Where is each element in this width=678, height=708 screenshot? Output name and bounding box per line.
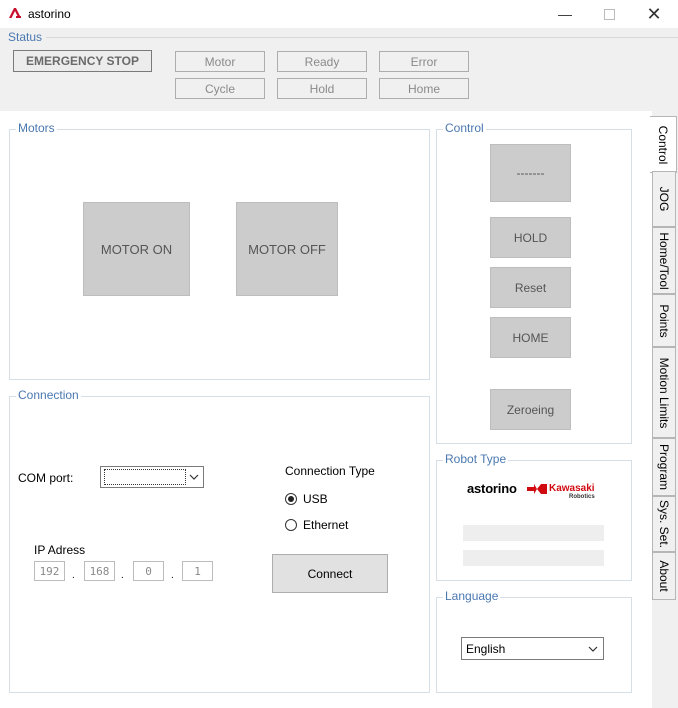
usb-radio-option[interactable]: USB — [285, 492, 328, 506]
status-flag-home: Home — [379, 78, 469, 99]
motor-on-button[interactable]: MOTOR ON — [83, 202, 190, 296]
ip-octet-3-input[interactable]: 0 — [133, 561, 164, 581]
status-divider — [46, 37, 678, 38]
tab-sys-set[interactable]: Sys. Set. — [652, 496, 676, 552]
astorino-brand-logo: astorino — [467, 481, 517, 496]
close-button[interactable]: ✕ — [631, 0, 677, 28]
language-label: Language — [443, 589, 501, 603]
connection-label: Connection — [16, 388, 81, 402]
status-flag-cycle: Cycle — [175, 78, 265, 99]
minimize-button[interactable]: — — [542, 0, 588, 28]
tab-control[interactable]: Control — [650, 116, 677, 173]
kawasaki-wordmark: Kawasaki — [549, 483, 595, 494]
maximize-button[interactable] — [586, 0, 632, 28]
motors-group: Motors — [9, 121, 430, 380]
usb-radio[interactable] — [285, 493, 297, 505]
kawasaki-robotics-wordmark: Robotics — [569, 494, 595, 500]
chevron-down-icon — [189, 474, 199, 480]
hold-button[interactable]: HOLD — [490, 217, 571, 258]
kawasaki-brand-logo: Kawasaki — [527, 483, 595, 494]
connection-type-label: Connection Type — [285, 464, 375, 478]
ip-address-label: IP Adress — [34, 543, 86, 557]
ethernet-radio[interactable] — [285, 519, 297, 531]
motor-off-button[interactable]: MOTOR OFF — [236, 202, 338, 296]
zeroeing-button[interactable]: Zeroeing — [490, 389, 571, 430]
robot-serial-field — [463, 550, 604, 566]
com-port-value — [104, 469, 186, 485]
robot-type-label: Robot Type — [443, 452, 509, 466]
ip-octet-4-input[interactable]: 1 — [182, 561, 213, 581]
tab-program[interactable]: Program — [652, 438, 676, 496]
tab-about[interactable]: About — [652, 552, 676, 600]
ip-dot: . — [121, 570, 124, 581]
status-flag-ready: Ready — [277, 51, 367, 72]
ethernet-label: Ethernet — [303, 518, 349, 532]
emergency-stop-button[interactable]: EMERGENCY STOP — [13, 50, 152, 72]
vertical-tab-strip: Control JOG Home/Tool Points Motion Limi… — [650, 111, 678, 708]
status-flag-hold: Hold — [277, 78, 367, 99]
usb-label: USB — [303, 492, 328, 506]
control-label: Control — [443, 121, 486, 135]
window-title: astorino — [28, 7, 71, 21]
kawasaki-river-mark-icon — [527, 483, 547, 494]
tab-home-tool[interactable]: Home/Tool — [652, 227, 676, 294]
cycle-start-button[interactable]: ------- — [490, 144, 571, 202]
ip-dot: . — [72, 570, 75, 581]
chevron-down-icon — [588, 646, 598, 652]
com-port-select[interactable] — [100, 466, 204, 488]
status-flag-error: Error — [379, 51, 469, 72]
status-flag-motor: Motor — [175, 51, 265, 72]
language-select[interactable]: English — [461, 637, 604, 660]
motors-label: Motors — [16, 121, 57, 135]
tab-jog[interactable]: JOG — [652, 171, 676, 227]
language-value: English — [466, 641, 506, 656]
tab-motion-limits[interactable]: Motion Limits — [652, 347, 676, 438]
reset-button[interactable]: Reset — [490, 267, 571, 308]
connect-button[interactable]: Connect — [272, 554, 388, 593]
tab-points[interactable]: Points — [652, 294, 676, 347]
home-button[interactable]: HOME — [490, 317, 571, 358]
ip-octet-1-input[interactable]: 192 — [34, 561, 65, 581]
ip-dot: . — [171, 570, 174, 581]
status-label: Status — [8, 30, 43, 44]
robot-model-field — [463, 525, 604, 541]
ip-octet-2-input[interactable]: 168 — [84, 561, 115, 581]
com-port-label: COM port: — [18, 471, 74, 485]
minimize-icon: — — [558, 6, 572, 22]
title-bar: astorino — ✕ — [0, 0, 678, 28]
ethernet-radio-option[interactable]: Ethernet — [285, 518, 348, 532]
close-icon: ✕ — [646, 3, 662, 24]
astorino-logo-icon — [9, 8, 21, 18]
maximize-icon — [603, 8, 615, 20]
